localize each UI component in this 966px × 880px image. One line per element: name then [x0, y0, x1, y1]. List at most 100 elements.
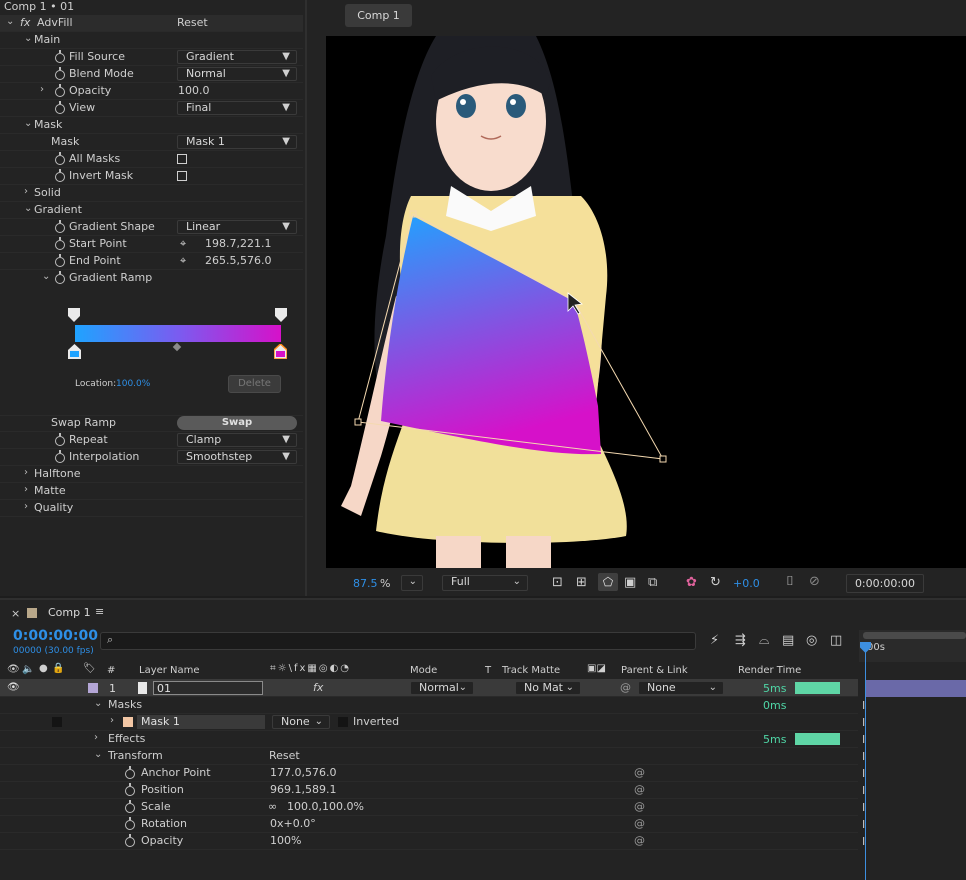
region-of-interest-icon[interactable]: ▣: [624, 575, 636, 590]
label-icon[interactable]: 🏷: [83, 663, 96, 674]
shy-layers-icon[interactable]: ⇶: [735, 633, 746, 648]
col-parent[interactable]: Parent & Link: [621, 665, 688, 676]
parent-dropdown[interactable]: None ⌄: [638, 681, 724, 695]
chevron-right-icon[interactable]: ›: [24, 186, 28, 197]
track-matte-dropdown[interactable]: No Mat ⌄: [515, 681, 581, 695]
group-quality[interactable]: › Quality: [0, 500, 303, 517]
prop-value[interactable]: 177.0,576.0: [270, 766, 336, 779]
mask-lock[interactable]: [52, 717, 62, 727]
resolution-dropdown[interactable]: Full ⌄: [442, 575, 528, 591]
timeline-tab[interactable]: Comp 1: [48, 606, 91, 619]
zoom-dropdown[interactable]: ⌄: [401, 575, 423, 591]
all-masks-checkbox[interactable]: [177, 154, 187, 164]
location-value[interactable]: 100.0%: [116, 379, 150, 389]
delete-button[interactable]: Delete: [228, 375, 281, 393]
stopwatch-icon[interactable]: [55, 271, 65, 284]
chevron-right-icon[interactable]: ›: [24, 484, 28, 495]
interpolation-dropdown[interactable]: Smoothstep ▼: [177, 450, 297, 464]
group-gradient[interactable]: ⌄ Gradient: [0, 202, 303, 219]
pickwhip-icon[interactable]: @: [634, 783, 645, 796]
fx-switch[interactable]: fx: [313, 681, 323, 694]
chevron-right-icon[interactable]: ›: [24, 467, 28, 478]
transparency-grid-icon[interactable]: ⊞: [576, 575, 587, 590]
invert-mask-checkbox[interactable]: [177, 171, 187, 181]
keyframe-indicator[interactable]: I: [862, 835, 865, 848]
mask-name-field[interactable]: Mask 1: [137, 715, 265, 729]
opacity-stop-right[interactable]: [275, 308, 287, 322]
draft-3d-icon[interactable]: ⚡: [710, 633, 719, 648]
guides-icon[interactable]: ⧉: [648, 575, 657, 590]
layer-duration-bar[interactable]: [866, 680, 966, 697]
chevron-down-icon[interactable]: ⌄: [94, 698, 102, 709]
end-point-value[interactable]: 265.5,576.0: [205, 254, 271, 267]
mask-dropdown[interactable]: Mask 1 ▼: [177, 135, 297, 149]
mask-color-swatch[interactable]: [123, 717, 133, 727]
view-dropdown[interactable]: Final ▼: [177, 101, 297, 115]
stopwatch-icon[interactable]: [55, 254, 65, 267]
crosshair-icon[interactable]: ⌖: [180, 237, 186, 251]
transform-reset[interactable]: Reset: [269, 749, 300, 762]
stopwatch-icon[interactable]: [55, 450, 65, 463]
crosshair-icon[interactable]: ⌖: [180, 254, 186, 268]
group-main[interactable]: ⌄ Main: [0, 32, 303, 49]
layer-name-field[interactable]: 01: [153, 681, 263, 695]
stopwatch-icon[interactable]: [55, 169, 65, 182]
midpoint-diamond-icon[interactable]: [172, 342, 182, 352]
prop-value[interactable]: 100%: [270, 834, 301, 847]
lock-icon[interactable]: 🔒: [52, 663, 64, 674]
keyframe-indicator[interactable]: I: [862, 699, 865, 712]
stopwatch-icon[interactable]: [55, 50, 65, 63]
mask-mode-dropdown[interactable]: None ⌄: [272, 715, 330, 729]
layer-row[interactable]: 👁 1 01 fx Normal ⌄ No Mat ⌄ @ None ⌄ 5ms: [0, 680, 858, 697]
color-stop-right[interactable]: [274, 344, 287, 359]
reset-exposure-icon[interactable]: ↻: [710, 575, 721, 590]
color-stop-left[interactable]: [68, 344, 81, 359]
eye-icon[interactable]: 👁: [7, 664, 20, 675]
chevron-down-icon[interactable]: ⌄: [94, 749, 102, 760]
audio-icon[interactable]: 🔈: [22, 664, 34, 675]
chevron-right-icon[interactable]: ›: [110, 715, 114, 726]
camera-icon[interactable]: ⌷: [786, 574, 794, 589]
col-mode[interactable]: Mode: [410, 665, 437, 676]
transform-group-row[interactable]: ⌄ Transform Reset: [0, 748, 858, 765]
stopwatch-icon[interactable]: [125, 817, 135, 830]
stopwatch-icon[interactable]: [125, 834, 135, 847]
keyframe-indicator[interactable]: I: [862, 750, 865, 763]
stopwatch-icon[interactable]: [55, 237, 65, 250]
effects-group-row[interactable]: › Effects 5ms: [0, 731, 858, 748]
mask-visibility-icon[interactable]: ⬠: [598, 573, 618, 591]
stopwatch-icon[interactable]: [55, 101, 65, 114]
zoom-value[interactable]: 87.5: [353, 577, 378, 590]
stopwatch-icon[interactable]: [125, 766, 135, 779]
stopwatch-icon[interactable]: [55, 84, 65, 97]
reset-link[interactable]: Reset: [177, 16, 208, 29]
work-area-bar[interactable]: [863, 632, 966, 639]
exposure-value[interactable]: +0.0: [733, 577, 760, 590]
chevron-right-icon[interactable]: ›: [24, 501, 28, 512]
opacity-stop-left[interactable]: [68, 308, 80, 322]
show-snapshot-icon[interactable]: ⊘: [809, 574, 820, 589]
gradient-ramp-bar[interactable]: [75, 325, 281, 342]
keyframe-indicator[interactable]: I: [862, 733, 865, 746]
prop-value[interactable]: 0x+0.0°: [270, 817, 316, 830]
layer-search-input[interactable]: ⌕: [100, 632, 696, 650]
col-render-time[interactable]: Render Time: [738, 665, 801, 676]
pickwhip-icon[interactable]: @: [620, 681, 631, 694]
keyframe-indicator[interactable]: I: [862, 801, 865, 814]
opacity-value[interactable]: 100.0: [178, 84, 210, 97]
mask-1-row[interactable]: › Mask 1 None ⌄ Inverted: [0, 714, 858, 731]
inverted-checkbox[interactable]: [338, 717, 348, 727]
keyframe-indicator[interactable]: I: [862, 716, 865, 729]
eye-icon[interactable]: 👁: [7, 682, 20, 693]
pickwhip-icon[interactable]: @: [634, 834, 645, 847]
pickwhip-icon[interactable]: @: [634, 766, 645, 779]
chevron-down-icon[interactable]: ⌄: [24, 203, 32, 214]
viewer-timecode[interactable]: 0:00:00:00: [846, 574, 924, 593]
gradient-shape-dropdown[interactable]: Linear ▼: [177, 220, 297, 234]
group-matte[interactable]: › Matte: [0, 483, 303, 500]
graph-editor-icon[interactable]: ◎: [806, 633, 817, 648]
col-layer-name[interactable]: Layer Name: [139, 665, 200, 676]
chevron-right-icon[interactable]: ›: [94, 732, 98, 743]
keyframe-indicator[interactable]: I: [862, 767, 865, 780]
stopwatch-icon[interactable]: [55, 220, 65, 233]
